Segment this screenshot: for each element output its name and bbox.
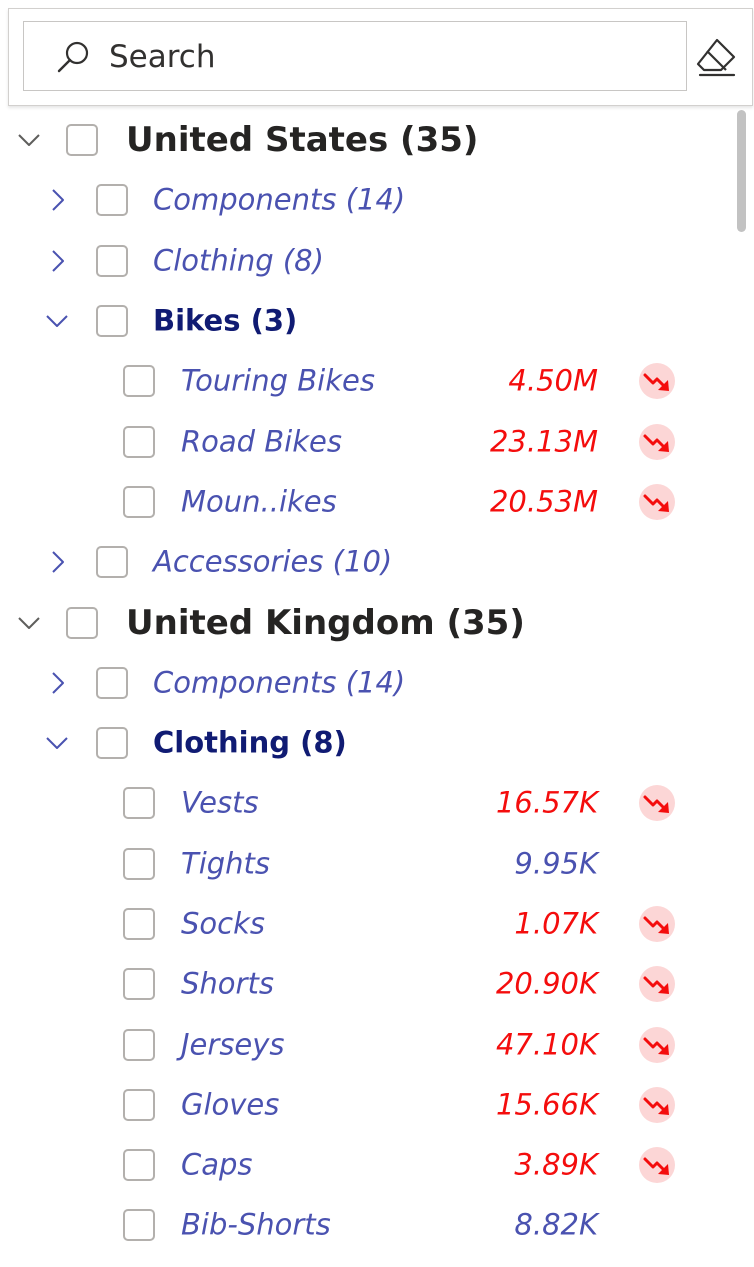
tree-row-product[interactable]: Socks 1.07K [0, 894, 730, 954]
chevron-down-icon[interactable] [44, 308, 70, 334]
trend-down-icon [638, 905, 676, 943]
slicer-search-bar: Search [8, 8, 753, 106]
slicer-tree: United States (35) Components (14) Clothin… [0, 110, 730, 1256]
tree-row-product[interactable]: Touring Bikes 4.50M [0, 351, 730, 411]
tree-row-product[interactable]: Shorts 20.90K [0, 954, 730, 1014]
measure-value: 4.50M [508, 363, 598, 398]
product-label: Tights [181, 846, 271, 881]
checkbox[interactable] [123, 485, 155, 518]
chevron-right-icon[interactable] [44, 248, 70, 274]
measure-value: 23.13M [489, 424, 598, 459]
category-label: Clothing (8) [153, 243, 324, 278]
checkbox[interactable] [96, 305, 128, 338]
search-placeholder: Search [109, 39, 216, 75]
search-icon [54, 38, 94, 78]
vertical-scrollbar[interactable] [734, 110, 748, 1260]
tree-row-category[interactable]: Components (14) [0, 653, 730, 713]
tree-row-category[interactable]: Clothing (8) [0, 713, 730, 773]
product-label: Socks [181, 906, 265, 941]
trend-down-icon [638, 483, 676, 521]
product-label: Gloves [181, 1087, 280, 1122]
chevron-down-icon[interactable] [16, 610, 42, 636]
measure-value: 16.57K [495, 785, 598, 820]
trend-down-icon [638, 1086, 676, 1124]
chevron-down-icon[interactable] [16, 127, 42, 153]
checkbox[interactable] [96, 184, 128, 217]
trend-down-icon [638, 1146, 676, 1184]
trend-down-icon [638, 965, 676, 1003]
product-label: Road Bikes [181, 424, 342, 459]
checkbox[interactable] [66, 124, 98, 157]
checkbox[interactable] [123, 425, 155, 458]
checkbox[interactable] [123, 365, 155, 398]
search-input[interactable]: Search [23, 21, 687, 91]
tree-row-product[interactable]: Gloves 15.66K [0, 1075, 730, 1135]
scrollbar-thumb[interactable] [737, 110, 746, 232]
trend-down-icon [638, 1026, 676, 1064]
trend-down-icon [638, 362, 676, 400]
checkbox[interactable] [96, 666, 128, 699]
eraser-icon[interactable] [695, 37, 737, 79]
checkbox[interactable] [123, 1088, 155, 1121]
checkbox[interactable] [123, 1028, 155, 1061]
category-label: Accessories (10) [153, 544, 393, 579]
measure-value: 15.66K [495, 1087, 598, 1122]
country-label: United Kingdom (35) [126, 602, 525, 643]
measure-value: 1.07K [514, 906, 598, 941]
country-label: United States (35) [126, 120, 479, 161]
trend-down-icon [638, 423, 676, 461]
product-label: Touring Bikes [181, 363, 375, 398]
checkbox[interactable] [123, 1209, 155, 1242]
tree-row-category[interactable]: Accessories (10) [0, 532, 730, 592]
measure-value: 20.53M [489, 484, 598, 519]
checkbox[interactable] [123, 968, 155, 1001]
measure-value: 3.89K [514, 1147, 598, 1182]
chevron-down-icon[interactable] [44, 730, 70, 756]
category-label: Bikes (3) [153, 303, 298, 338]
checkbox[interactable] [96, 244, 128, 277]
checkbox[interactable] [96, 546, 128, 579]
tree-row-product[interactable]: Tights 9.95K [0, 834, 730, 894]
category-label: Clothing (8) [153, 725, 347, 760]
measure-value: 20.90K [495, 966, 598, 1001]
trend-down-icon [638, 784, 676, 822]
chevron-right-icon[interactable] [44, 549, 70, 575]
checkbox[interactable] [66, 606, 98, 639]
tree-row-product[interactable]: Caps 3.89K [0, 1135, 730, 1195]
tree-row-category[interactable]: Bikes (3) [0, 291, 730, 351]
measure-value: 8.82K [514, 1207, 598, 1242]
checkbox[interactable] [123, 847, 155, 880]
chevron-right-icon[interactable] [44, 670, 70, 696]
tree-row-product[interactable]: Bib-Shorts 8.82K [0, 1195, 730, 1255]
product-label: Caps [181, 1147, 253, 1182]
checkbox[interactable] [123, 908, 155, 940]
tree-row-product[interactable]: Road Bikes 23.13M [0, 411, 730, 471]
category-label: Components (14) [153, 665, 406, 700]
category-label: Components (14) [153, 182, 406, 217]
product-label: Bib-Shorts [181, 1207, 331, 1242]
measure-value: 47.10K [495, 1027, 598, 1062]
tree-row-product[interactable]: Vests 16.57K [0, 773, 730, 833]
tree-row-product[interactable]: Moun..ikes 20.53M [0, 472, 730, 532]
chevron-right-icon[interactable] [44, 187, 70, 213]
checkbox[interactable] [123, 1149, 155, 1182]
product-label: Jerseys [181, 1027, 285, 1062]
tree-row-category[interactable]: Components (14) [0, 170, 730, 230]
tree-row-country[interactable]: United States (35) [0, 110, 730, 170]
measure-value: 9.95K [514, 846, 598, 881]
product-label: Moun..ikes [181, 484, 337, 519]
tree-row-category[interactable]: Clothing (8) [0, 231, 730, 291]
product-label: Shorts [181, 966, 274, 1001]
tree-row-country[interactable]: United Kingdom (35) [0, 592, 730, 652]
checkbox[interactable] [123, 787, 155, 820]
tree-row-product[interactable]: Jerseys 47.10K [0, 1014, 730, 1074]
product-label: Vests [181, 785, 259, 820]
checkbox[interactable] [96, 727, 128, 760]
